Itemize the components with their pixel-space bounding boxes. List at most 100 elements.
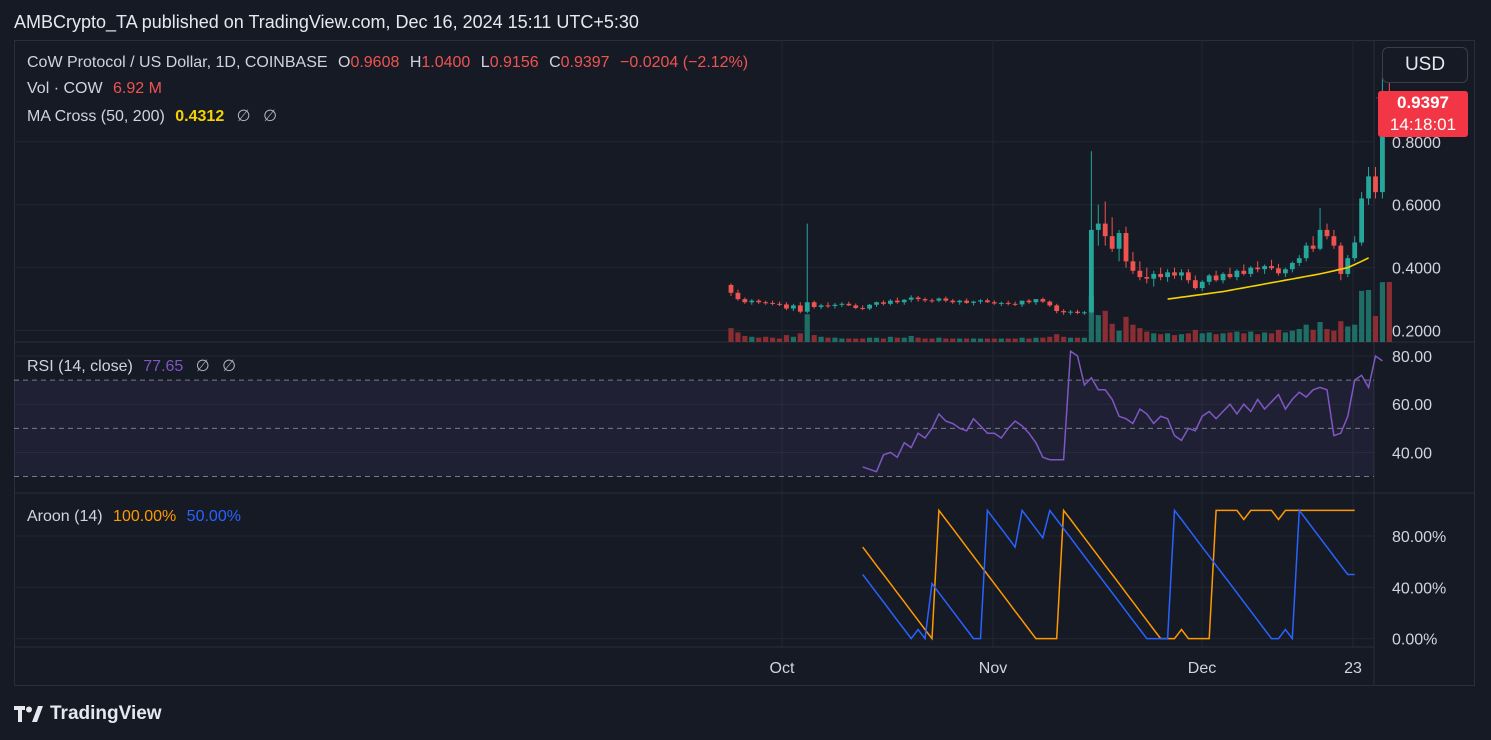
- candle-body: [1082, 312, 1087, 314]
- volume-bar: [832, 337, 838, 342]
- volume-bar: [735, 332, 741, 342]
- volume-bar: [1040, 337, 1046, 342]
- price-tick-label: 0.6000: [1392, 198, 1441, 215]
- candle-body: [985, 300, 990, 303]
- candle-body: [908, 297, 914, 300]
- volume-bar: [908, 335, 914, 342]
- tradingview-brand: TradingView: [50, 703, 162, 724]
- volume-bar: [887, 336, 893, 342]
- candle-body: [1324, 229, 1330, 237]
- volume-bar: [797, 333, 803, 342]
- candle-body: [1283, 269, 1288, 274]
- volume-bar: [984, 338, 991, 342]
- volume-bar: [1019, 337, 1025, 342]
- candle-body: [1248, 267, 1254, 274]
- tradingview-logo-icon: [14, 706, 43, 722]
- volume-bar: [922, 338, 928, 342]
- volume-bar: [1359, 290, 1365, 342]
- volume-bar: [1379, 282, 1386, 342]
- candle-body: [881, 302, 886, 304]
- candle-body: [763, 302, 769, 304]
- volume-bar: [1213, 334, 1219, 342]
- candle-body: [1303, 245, 1309, 259]
- aroon-tick-label: 0.00%: [1392, 632, 1437, 649]
- candle-body: [860, 307, 866, 309]
- volume-bar: [1081, 337, 1088, 342]
- candle-body: [1206, 275, 1212, 282]
- candle-body: [978, 300, 983, 302]
- candle-body: [1165, 272, 1170, 278]
- volume-bar: [769, 337, 776, 342]
- volume-bar: [1130, 324, 1136, 342]
- legend-open-label: O: [337, 54, 351, 71]
- candle-body: [1310, 245, 1316, 249]
- candle-body: [1026, 300, 1032, 303]
- candle-body: [1116, 233, 1122, 249]
- volume-bar: [1289, 330, 1295, 342]
- candle-body: [1317, 229, 1323, 249]
- volume-bar: [1005, 338, 1011, 342]
- candle-body: [1192, 280, 1198, 289]
- volume-bar: [1296, 328, 1302, 342]
- last-price: 0.9397: [1397, 93, 1449, 112]
- candle-body: [929, 300, 935, 302]
- candle-body: [853, 305, 859, 308]
- volume-bar: [839, 338, 845, 342]
- volume-bar: [1095, 315, 1101, 342]
- candle-body: [1296, 258, 1302, 263]
- price-tick-label: 0.2000: [1392, 324, 1441, 341]
- volume-bar: [1116, 330, 1122, 342]
- volume-bar: [804, 314, 810, 342]
- last-price-tag: 0.9397 14:18:01: [1378, 91, 1468, 137]
- volume-bar: [1317, 322, 1323, 342]
- volume-bar: [1255, 334, 1261, 342]
- volume-bar: [901, 337, 907, 342]
- volume-bar: [853, 338, 859, 342]
- volume-bar: [749, 336, 755, 342]
- candle-body: [728, 284, 734, 293]
- volume-bar: [1220, 333, 1226, 342]
- candle-body: [1352, 242, 1358, 259]
- candle-body: [1366, 176, 1371, 199]
- volume-bar: [1185, 333, 1191, 342]
- candle-body: [1151, 273, 1157, 279]
- volume-bar: [1365, 289, 1372, 342]
- volume-bar: [1067, 337, 1074, 342]
- candle-body: [1047, 301, 1053, 306]
- legend-ma-extra1: ∅: [236, 108, 251, 125]
- volume-bar: [977, 338, 984, 342]
- candle-body: [1289, 262, 1295, 270]
- volume-bar: [783, 335, 790, 342]
- candle-body: [1068, 311, 1073, 313]
- candle-body: [943, 298, 949, 301]
- volume-bar: [950, 338, 956, 342]
- bar-countdown: 14:18:01: [1389, 115, 1457, 134]
- legend-change: −0.0204 (−2.12%): [620, 54, 749, 71]
- time-tick-label: Oct: [770, 660, 795, 677]
- legend-ma-extra2: ∅: [263, 108, 277, 125]
- legend-volume-label: Vol · COW: [27, 80, 103, 97]
- volume-bar: [1123, 316, 1129, 342]
- volume-bar: [873, 337, 880, 342]
- volume-bar: [1033, 337, 1039, 342]
- volume-bar: [1192, 329, 1198, 342]
- legend-low-value: 0.9156: [489, 54, 539, 71]
- candle-body: [825, 305, 831, 307]
- volume-bar: [880, 338, 887, 342]
- tradingview-logo[interactable]: TradingView: [14, 703, 162, 725]
- volume-bar: [860, 338, 866, 342]
- candle-body: [867, 304, 872, 309]
- volume-bar: [1338, 321, 1344, 342]
- currency-button[interactable]: USD: [1382, 47, 1468, 83]
- candle-body: [1227, 273, 1233, 278]
- volume-bar: [1248, 331, 1254, 342]
- volume-bar: [1372, 315, 1379, 342]
- volume-bar: [867, 337, 873, 342]
- price-tick-label: 0.8000: [1392, 135, 1441, 152]
- candle-body: [915, 297, 921, 300]
- volume-bar: [825, 337, 831, 342]
- legend-aroon-up: 100.00%: [113, 508, 177, 525]
- volume-bar: [1234, 331, 1240, 342]
- volume-bar: [1241, 333, 1247, 342]
- volume-bar: [1137, 328, 1143, 342]
